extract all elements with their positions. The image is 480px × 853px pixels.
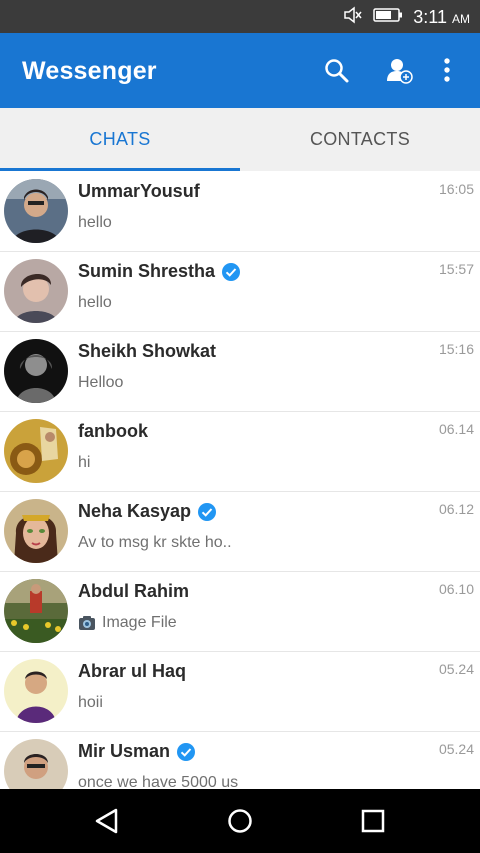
contact-name: Sumin Shrestha — [78, 261, 241, 282]
last-message-text: Helloo — [78, 374, 124, 391]
last-message-text: hoii — [78, 694, 103, 711]
contact-name-text: Abrar ul Haq — [78, 661, 187, 681]
chat-row[interactable]: Neha Kasyap Av to msg kr skte ho.. 06.12 — [0, 491, 480, 572]
contact-name-text: Abdul Rahim — [78, 581, 189, 601]
message-time: 06.14 — [438, 421, 474, 437]
contact-name: Abrar ul Haq — [78, 661, 186, 682]
chat-row[interactable]: Sumin Shrestha hello 15:57 — [0, 251, 480, 332]
status-bar: 3:11 AM — [0, 0, 480, 33]
last-message: hoii — [78, 694, 103, 712]
last-message: hi — [78, 454, 90, 472]
last-message: hello — [78, 214, 112, 232]
contact-name: UmmarYousuf — [78, 181, 200, 202]
avatar — [4, 339, 68, 403]
chat-row[interactable]: Abdul Rahim Image File 06.10 — [0, 571, 480, 652]
chat-row[interactable]: Mir Usman once we have 5000 us 05.24 — [0, 731, 480, 789]
contact-name-text: Sumin Shrestha — [78, 261, 216, 281]
contact-name-text: Sheikh Showkat — [78, 341, 217, 361]
avatar — [4, 499, 68, 563]
contact-name: Sheikh Showkat — [78, 341, 216, 362]
system-nav-bar — [0, 789, 480, 853]
avatar — [4, 579, 68, 643]
last-message: Av to msg kr skte ho.. — [78, 534, 232, 552]
recents-icon[interactable] — [358, 806, 388, 836]
app-bar: Wessenger — [0, 33, 480, 108]
contact-name: fanbook — [78, 421, 148, 442]
app-title: Wessenger — [22, 57, 157, 85]
last-message-text: Image File — [102, 614, 177, 631]
last-message-text: Av to msg kr skte ho.. — [78, 534, 232, 551]
mute-icon — [343, 6, 363, 29]
status-time: 3:11 — [413, 7, 447, 27]
status-indicators: 3:11 AM — [343, 6, 470, 29]
home-icon[interactable] — [225, 806, 255, 836]
avatar — [4, 179, 68, 243]
chat-row[interactable]: Abrar ul Haq hoii 05.24 — [0, 651, 480, 732]
message-time: 16:05 — [438, 181, 474, 197]
message-time: 05.24 — [438, 661, 474, 677]
contact-name-text: fanbook — [78, 421, 148, 441]
back-icon[interactable] — [92, 806, 122, 836]
last-message: once we have 5000 us — [78, 774, 238, 789]
avatar — [4, 739, 68, 789]
message-time: 15:16 — [438, 341, 474, 357]
verified-icon — [198, 502, 217, 521]
last-message-text: hello — [78, 294, 112, 311]
chat-row[interactable]: fanbook hi 06.14 — [0, 411, 480, 492]
contact-name-text: Mir Usman — [78, 741, 171, 761]
last-message: Helloo — [78, 374, 123, 392]
last-message: Image File — [78, 614, 177, 632]
tab-contacts[interactable]: CONTACTS — [240, 108, 480, 171]
contact-name: Neha Kasyap — [78, 501, 217, 522]
verified-icon — [177, 742, 196, 761]
last-message: hello — [78, 294, 112, 312]
contact-name-text: UmmarYousuf — [78, 181, 200, 201]
chat-row[interactable]: Sheikh Showkat Helloo 15:16 — [0, 331, 480, 412]
more-vert-icon[interactable] — [434, 57, 460, 85]
message-time: 05.24 — [438, 741, 474, 757]
contact-name-text: Neha Kasyap — [78, 501, 192, 521]
verified-icon — [222, 262, 241, 281]
contact-name: Abdul Rahim — [78, 581, 189, 602]
search-icon[interactable] — [323, 57, 351, 85]
avatar — [4, 259, 68, 323]
camera-icon — [79, 616, 95, 630]
avatar — [4, 659, 68, 723]
chat-list: UmmarYousuf hello 16:05 Sumin Shrestha h… — [0, 171, 480, 789]
last-message-text: hi — [78, 454, 91, 471]
chat-row[interactable]: UmmarYousuf hello 16:05 — [0, 171, 480, 252]
last-message-text: hello — [78, 214, 112, 231]
battery-icon — [373, 7, 403, 28]
tab-chats[interactable]: CHATS — [0, 108, 240, 171]
message-time: 06.10 — [438, 581, 474, 597]
contact-name: Mir Usman — [78, 741, 196, 762]
status-ampm: AM — [452, 12, 470, 26]
add-contact-icon[interactable] — [385, 57, 413, 85]
avatar — [4, 419, 68, 483]
message-time: 06.12 — [438, 501, 474, 517]
tab-bar: CHATS CONTACTS — [0, 108, 480, 171]
status-clock: 3:11 AM — [413, 7, 470, 28]
last-message-text: once we have 5000 us — [78, 774, 239, 789]
message-time: 15:57 — [438, 261, 474, 277]
